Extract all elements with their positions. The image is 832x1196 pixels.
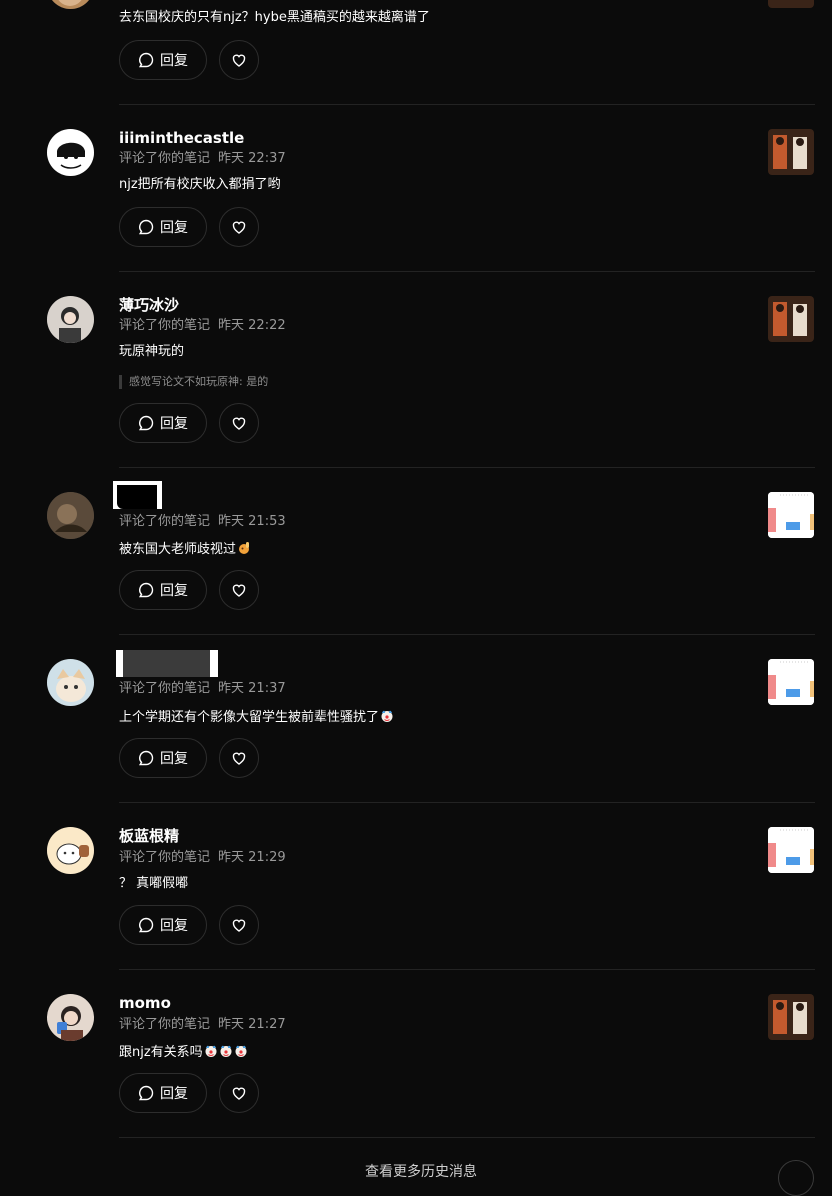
reply-button[interactable]: 回复 xyxy=(119,905,207,945)
note-thumbnail[interactable] xyxy=(768,827,814,873)
note-thumbnail[interactable] xyxy=(768,492,814,538)
chat-bubble-icon xyxy=(138,750,154,766)
avatar[interactable] xyxy=(47,492,94,539)
timestamp: 昨天 21:29 xyxy=(218,850,286,865)
note-thumbnail[interactable] xyxy=(768,994,814,1040)
comment-action: 评论了你的笔记 xyxy=(119,681,211,696)
chat-bubble-icon xyxy=(138,219,154,235)
comment-text: njz把所有校庆收入都捐了哟 xyxy=(119,177,281,192)
quoted-comment: 感觉写论文不如玩原神: 是的 xyxy=(119,375,268,389)
heart-icon xyxy=(232,919,246,932)
comment-text-content: 跟njz有关系吗 xyxy=(119,1045,203,1060)
reply-button[interactable]: 回复 xyxy=(119,570,207,610)
divider xyxy=(119,969,815,970)
comment-text: 上个学期还有个影像大留学生被前辈性骚扰了 xyxy=(119,709,394,726)
divider xyxy=(119,271,815,272)
reply-button[interactable]: 回复 xyxy=(119,207,207,247)
chat-bubble-icon xyxy=(138,1085,154,1101)
like-button[interactable] xyxy=(219,1073,259,1113)
comment-meta: 评论了你的笔记 昨天 21:29 xyxy=(119,850,286,866)
load-more-link[interactable]: 查看更多历史消息 xyxy=(365,1161,477,1181)
divider xyxy=(119,802,815,803)
note-thumbnail[interactable] xyxy=(768,659,814,705)
divider xyxy=(119,104,815,105)
avatar[interactable] xyxy=(47,296,94,343)
reply-label: 回复 xyxy=(160,751,188,767)
comment-action: 评论了你的笔记 xyxy=(119,151,211,166)
username[interactable]: 薄巧冰沙 xyxy=(119,296,179,314)
comment-text: 跟njz有关系吗 xyxy=(119,1044,248,1061)
avatar[interactable] xyxy=(47,827,94,874)
comment-meta: 评论了你的笔记 昨天 21:27 xyxy=(119,1017,286,1033)
reply-button[interactable]: 回复 xyxy=(119,403,207,443)
like-button[interactable] xyxy=(219,207,259,247)
reply-label: 回复 xyxy=(160,1086,188,1102)
like-button[interactable] xyxy=(219,40,259,80)
reply-button[interactable]: 回复 xyxy=(119,738,207,778)
like-button[interactable] xyxy=(219,905,259,945)
comment-text: 去东国校庆的只有njz？hybe黑通稿买的越来越离谱了 xyxy=(119,10,430,25)
notification-feed: 去东国校庆的只有njz？hybe黑通稿买的越来越离谱了 回复 iiiminthe… xyxy=(0,0,832,1196)
raising-hand-emoji xyxy=(239,542,250,554)
heart-icon xyxy=(232,1087,246,1100)
timestamp: 昨天 22:22 xyxy=(218,318,286,333)
comment-text-content: 被东国大老师歧视过 xyxy=(119,542,237,557)
chat-bubble-icon xyxy=(138,917,154,933)
comment-text-content: 上个学期还有个影像大留学生被前辈性骚扰了 xyxy=(119,710,380,725)
heart-icon xyxy=(232,584,246,597)
divider xyxy=(119,1137,815,1138)
comment-text: ？ 真嘟假嘟 xyxy=(119,876,189,891)
reply-label: 回复 xyxy=(160,53,188,69)
clown-face-emoji xyxy=(235,1045,247,1057)
timestamp: 昨天 21:37 xyxy=(218,681,286,696)
avatar[interactable] xyxy=(47,994,94,1041)
timestamp: 昨天 21:53 xyxy=(218,514,286,529)
note-thumbnail[interactable] xyxy=(768,0,814,8)
note-thumbnail[interactable] xyxy=(768,296,814,342)
divider xyxy=(119,634,815,635)
comment-action: 评论了你的笔记 xyxy=(119,514,211,529)
comment-meta: 评论了你的笔记 昨天 22:22 xyxy=(119,318,286,334)
heart-icon xyxy=(232,221,246,234)
clown-face-emoji xyxy=(205,1045,217,1057)
timestamp: 昨天 21:27 xyxy=(218,1017,286,1032)
avatar[interactable] xyxy=(47,129,94,176)
redacted-username xyxy=(116,650,218,677)
reply-label: 回复 xyxy=(160,918,188,934)
clown-face-emoji xyxy=(381,710,393,722)
comment-action: 评论了你的笔记 xyxy=(119,850,211,865)
redacted-username xyxy=(113,481,162,509)
heart-icon xyxy=(232,54,246,67)
reply-label: 回复 xyxy=(160,416,188,432)
comment-meta: 评论了你的笔记 昨天 21:53 xyxy=(119,514,286,530)
comment-text: 被东国大老师歧视过 xyxy=(119,541,251,558)
reply-button[interactable]: 回复 xyxy=(119,1073,207,1113)
reply-button[interactable]: 回复 xyxy=(119,40,207,80)
avatar[interactable] xyxy=(47,659,94,706)
scroll-top-button[interactable] xyxy=(778,1160,814,1196)
comment-meta: 评论了你的笔记 昨天 22:37 xyxy=(119,151,286,167)
heart-icon xyxy=(232,417,246,430)
comment-text: 玩原神玩的 xyxy=(119,344,185,359)
like-button[interactable] xyxy=(219,403,259,443)
username[interactable]: momo xyxy=(119,994,171,1012)
heart-icon xyxy=(232,752,246,765)
reply-label: 回复 xyxy=(160,220,188,236)
comment-meta: 评论了你的笔记 昨天 21:37 xyxy=(119,681,286,697)
username[interactable]: iiiminthecastle xyxy=(119,129,244,147)
username[interactable]: 板蓝根精 xyxy=(119,827,179,845)
note-thumbnail[interactable] xyxy=(768,129,814,175)
comment-action: 评论了你的笔记 xyxy=(119,1017,211,1032)
chat-bubble-icon xyxy=(138,582,154,598)
clown-face-emoji xyxy=(220,1045,232,1057)
avatar[interactable] xyxy=(47,0,94,9)
like-button[interactable] xyxy=(219,570,259,610)
chat-bubble-icon xyxy=(138,52,154,68)
timestamp: 昨天 22:37 xyxy=(218,151,286,166)
divider xyxy=(119,467,815,468)
comment-action: 评论了你的笔记 xyxy=(119,318,211,333)
like-button[interactable] xyxy=(219,738,259,778)
chat-bubble-icon xyxy=(138,415,154,431)
reply-label: 回复 xyxy=(160,583,188,599)
